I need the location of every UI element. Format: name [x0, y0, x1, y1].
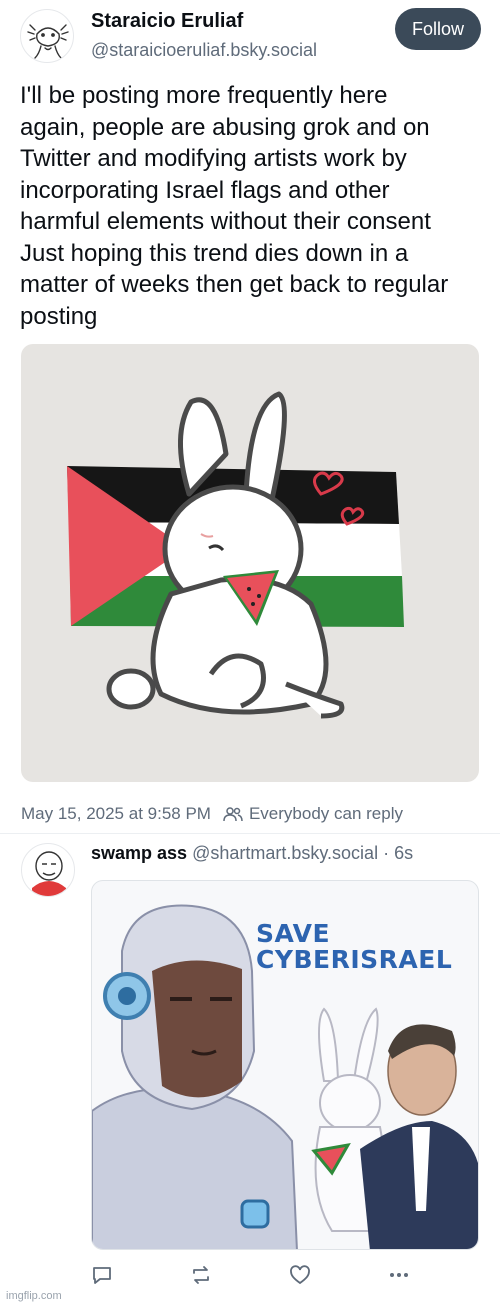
- poster-headline: SAVE CYBERISRAEL: [256, 921, 452, 973]
- bunny-flag-illustration: [67, 391, 404, 719]
- author-display-name[interactable]: Staraicio Eruliaf: [91, 10, 243, 33]
- reply-header: swamp ass @shartmart.bsky.social · 6s: [91, 843, 413, 864]
- author-handle[interactable]: @staraicioeruliaf.bsky.social: [91, 40, 317, 61]
- reply-separator: ·: [378, 843, 395, 863]
- people-icon: [223, 807, 243, 822]
- imgflip-watermark: imgflip.com: [6, 1290, 62, 1302]
- reply-author-handle[interactable]: @shartmart.bsky.social: [192, 843, 378, 863]
- post-meta: May 15, 2025 at 9:58 PM Everybody can re…: [21, 803, 403, 825]
- reply-author-name[interactable]: swamp ass: [91, 843, 187, 863]
- follow-button[interactable]: Follow: [395, 8, 481, 50]
- heart-icon[interactable]: [289, 1264, 311, 1286]
- post-timestamp[interactable]: May 15, 2025 at 9:58 PM: [21, 804, 211, 824]
- more-dots-icon[interactable]: [388, 1264, 410, 1286]
- poster-headline-line-2: CYBERISRAEL: [256, 945, 453, 974]
- reply-age[interactable]: 6s: [394, 843, 413, 863]
- post-body-text: I'll be posting more frequently here aga…: [20, 82, 449, 330]
- reply-actions: [91, 1264, 421, 1286]
- divider: [0, 833, 500, 834]
- axolotl-sketch-avatar: [27, 24, 69, 59]
- comment-icon[interactable]: [91, 1264, 113, 1286]
- poster-headline-line-1: SAVE: [256, 919, 331, 948]
- repost-icon[interactable]: [190, 1264, 212, 1286]
- reply-image[interactable]: SAVE CYBERISRAEL: [91, 880, 479, 1250]
- reply-author-avatar[interactable]: [21, 843, 75, 897]
- doodle-face-avatar: [32, 851, 66, 896]
- post-image[interactable]: [21, 344, 479, 782]
- reply-setting: Everybody can reply: [248, 804, 403, 823]
- author-avatar[interactable]: [20, 9, 74, 63]
